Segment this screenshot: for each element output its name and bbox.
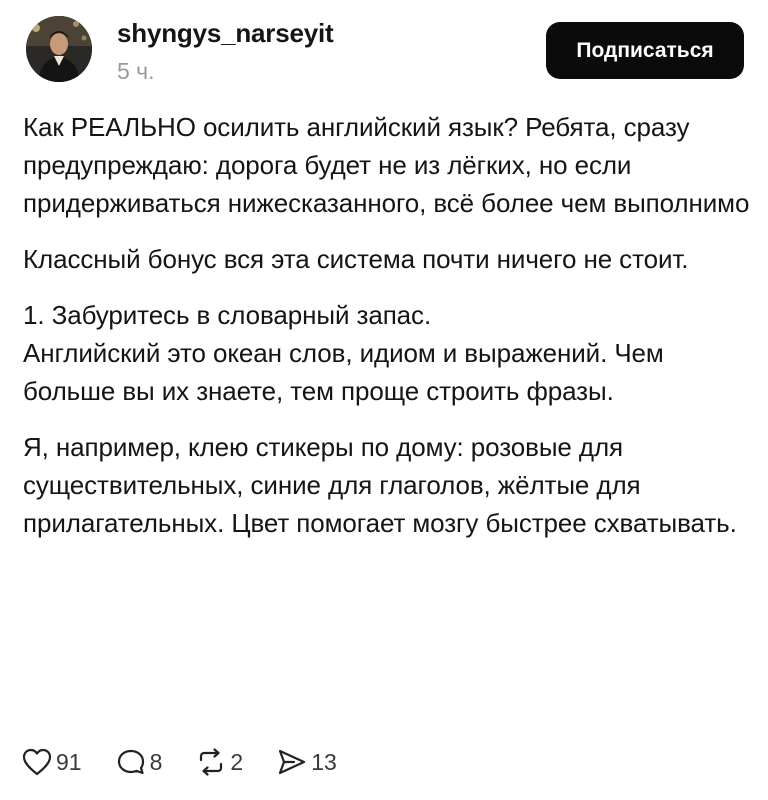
avatar-photo-icon xyxy=(26,16,92,82)
heart-icon xyxy=(22,748,52,776)
repost-button[interactable]: 2 xyxy=(196,747,243,777)
comment-count: 8 xyxy=(149,749,163,775)
share-count: 13 xyxy=(311,749,337,775)
like-count: 91 xyxy=(56,749,82,775)
post-paragraph: Классный бонус вся эта система почти нич… xyxy=(23,244,689,274)
comment-icon xyxy=(117,749,144,775)
avatar[interactable] xyxy=(26,16,92,82)
repost-icon xyxy=(200,748,223,776)
post-paragraph: Английский это океан слов, идиом и выраж… xyxy=(23,338,664,406)
subscribe-button[interactable]: Подписаться xyxy=(546,22,744,79)
share-button[interactable]: 13 xyxy=(277,747,337,777)
post-actions-bar: 91 8 2 13 xyxy=(22,740,371,784)
post-card: shyngys_narseyit 5 ч. Подписаться Как РЕ… xyxy=(0,0,768,800)
repost-count: 2 xyxy=(230,749,244,775)
username[interactable]: shyngys_narseyit xyxy=(117,16,334,50)
post-body: Как РЕАЛЬНО осилить английский язык? Реб… xyxy=(23,108,753,560)
comment-button[interactable]: 8 xyxy=(116,747,163,777)
post-paragraph: Я, например, клею стикеры по дому: розов… xyxy=(23,432,737,538)
like-button[interactable]: 91 xyxy=(22,747,82,777)
post-paragraph: Как РЕАЛЬНО осилить английский язык? Реб… xyxy=(23,112,750,218)
share-icon xyxy=(279,749,306,775)
post-timestamp: 5 ч. xyxy=(117,58,155,84)
post-paragraph: 1. Забуритесь в словарный запас. xyxy=(23,300,432,330)
